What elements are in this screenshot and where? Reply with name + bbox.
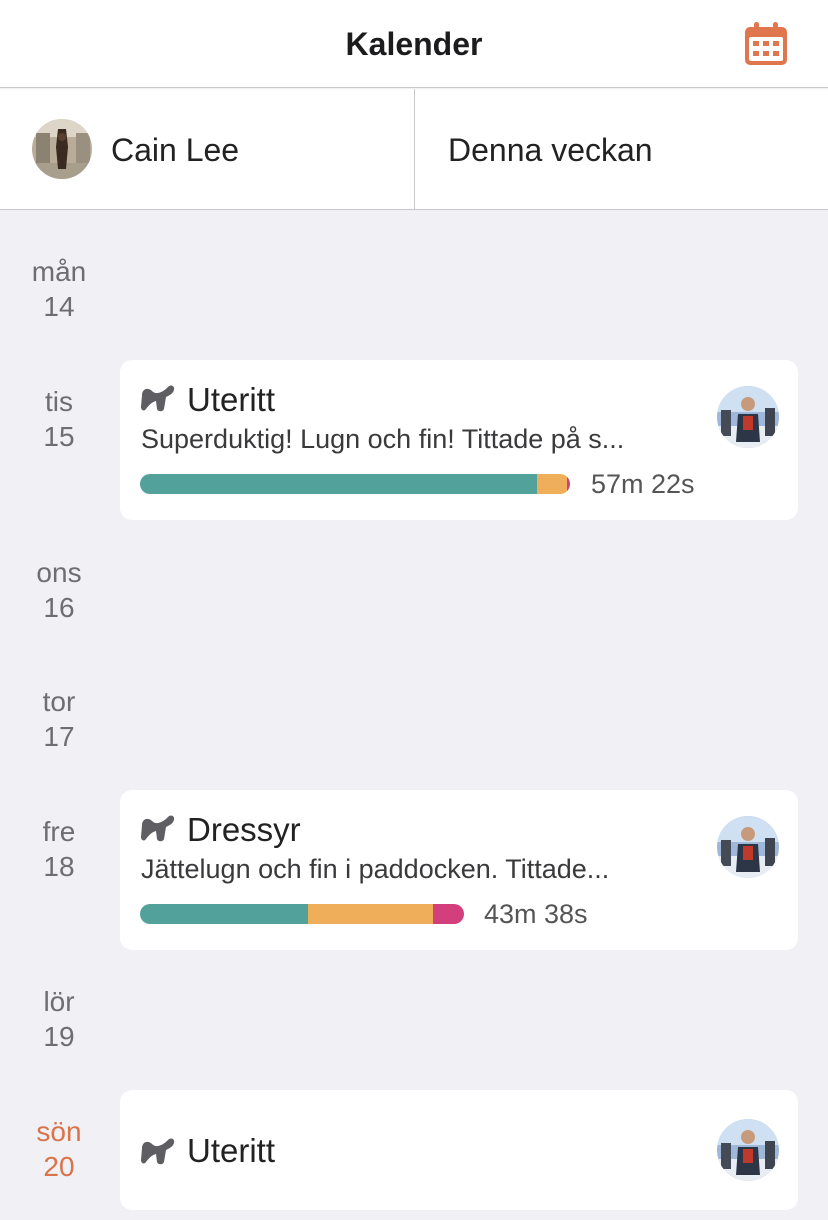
weekday: fre xyxy=(42,816,76,847)
saddle-icon xyxy=(141,385,175,412)
gait-bar xyxy=(140,474,570,494)
user-selector[interactable]: Cain Lee xyxy=(0,89,414,209)
day-label-wed: ons 16 xyxy=(0,555,118,625)
saddle-icon xyxy=(141,1138,175,1165)
gait-walk-segment xyxy=(140,474,537,494)
navigation-bar: Kalender xyxy=(0,0,828,88)
session-description: Superduktig! Lugn och fin! Tittade på s.… xyxy=(141,424,625,454)
weekday: ons xyxy=(36,557,82,588)
session-description: Jättelugn och fin i paddocken. Tittade..… xyxy=(141,854,610,884)
date: 18 xyxy=(43,851,75,882)
gait-walk-segment xyxy=(140,904,309,924)
weekday: tis xyxy=(45,386,73,417)
rider-avatar xyxy=(717,1119,779,1181)
date: 15 xyxy=(43,421,75,452)
day-label-tue: tis 15 xyxy=(0,384,118,454)
gait-canter-segment xyxy=(433,904,464,924)
gait-canter-segment xyxy=(566,474,570,494)
rider-avatar xyxy=(717,816,779,878)
weekday: tor xyxy=(42,686,76,717)
date: 17 xyxy=(43,721,75,752)
session-type: Uteritt xyxy=(187,1132,276,1169)
saddle-icon xyxy=(141,815,175,842)
day-label-thu: tor 17 xyxy=(0,684,118,754)
date: 19 xyxy=(43,1021,75,1052)
calendar-icon[interactable] xyxy=(742,20,790,68)
page-title: Kalender xyxy=(345,26,483,62)
rider-avatar xyxy=(717,386,779,448)
gait-trot-segment xyxy=(536,474,567,494)
day-label-sun-today: sön 20 xyxy=(0,1114,118,1184)
session-card[interactable]: Dressyr Jättelugn och fin i paddocken. T… xyxy=(120,790,798,950)
date: 20 xyxy=(43,1151,75,1182)
date: 14 xyxy=(43,291,75,322)
session-card[interactable]: Uteritt xyxy=(120,1090,798,1210)
day-label-fri: fre 18 xyxy=(0,814,118,884)
session-duration: 43m 38s xyxy=(484,899,588,929)
weekday: sön xyxy=(36,1116,82,1147)
session-duration: 57m 22s xyxy=(591,469,695,499)
period-selector[interactable]: Denna veckan xyxy=(415,89,828,209)
day-label-mon: mån 14 xyxy=(0,254,118,324)
session-card[interactable]: Uteritt Superduktig! Lugn och fin! Titta… xyxy=(120,360,798,520)
gait-bar xyxy=(140,904,464,924)
horse-avatar xyxy=(32,119,92,179)
filter-bar: Cain Lee Denna veckan xyxy=(0,89,828,210)
date: 16 xyxy=(43,592,75,623)
day-label-sat: lör 19 xyxy=(0,984,118,1054)
weekday: mån xyxy=(31,256,87,287)
user-name: Cain Lee xyxy=(111,132,240,168)
session-type: Uteritt xyxy=(187,381,276,418)
gait-trot-segment xyxy=(308,904,434,924)
session-type: Dressyr xyxy=(187,811,301,848)
weekday: lör xyxy=(43,986,75,1017)
period-label: Denna veckan xyxy=(448,132,653,168)
